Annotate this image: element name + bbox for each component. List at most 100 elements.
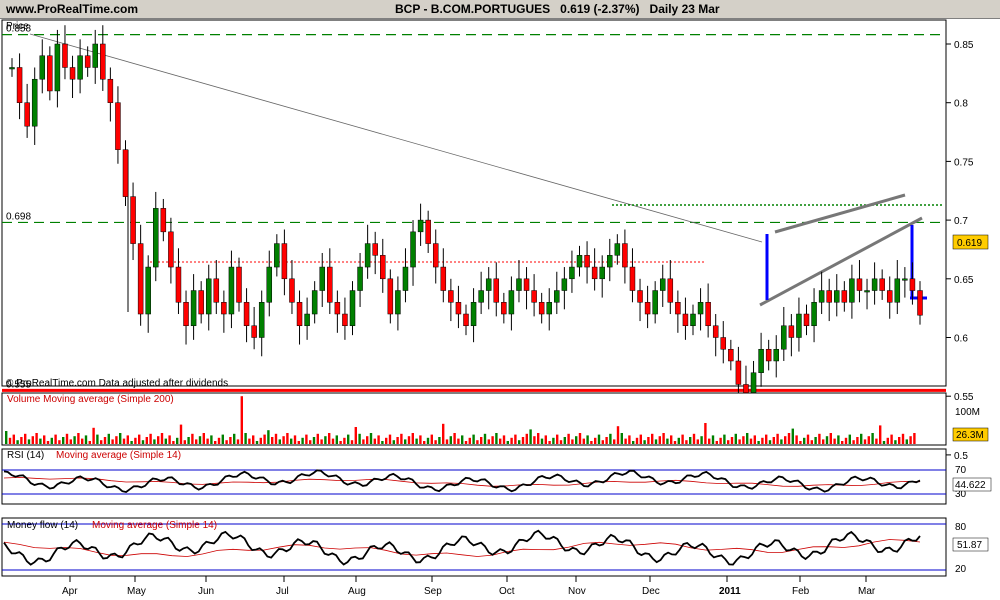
candle-body <box>463 313 469 327</box>
candle-body <box>145 266 151 315</box>
volume-bar <box>324 436 327 444</box>
candle-body <box>62 43 68 68</box>
candle-body <box>190 290 197 327</box>
volume-bar <box>487 439 490 444</box>
volume-bar <box>309 440 312 444</box>
volume-bar <box>388 434 392 444</box>
volume-bar <box>578 433 582 444</box>
volume-bar <box>692 433 696 444</box>
volume-bar <box>894 440 897 444</box>
volume-bar <box>556 434 559 444</box>
volume-bar <box>727 440 730 444</box>
candle-body <box>803 313 810 327</box>
volume-bar <box>544 435 547 444</box>
candle-body <box>296 302 303 327</box>
volume-bar <box>434 440 437 444</box>
candle-body <box>266 266 273 303</box>
volume-bar <box>461 435 464 444</box>
volume-bar <box>27 439 31 444</box>
volume-bar <box>164 438 167 444</box>
volume-bar <box>689 437 692 444</box>
volume-bar <box>510 437 513 444</box>
price-tick-label: 0.8 <box>954 99 968 110</box>
data-note: © ProRealTime.com Data adjusted after di… <box>6 378 228 389</box>
x-tick-label: Apr <box>62 586 78 597</box>
volume-bar <box>195 439 198 444</box>
volume-bar <box>442 423 445 444</box>
candle-body <box>92 43 98 68</box>
volume-bar <box>563 437 566 444</box>
volume-bar <box>681 434 684 444</box>
volume-bar <box>749 438 753 444</box>
candle-body <box>160 208 167 233</box>
volume-bar <box>658 436 661 444</box>
mf-title: Money flow (14) <box>7 520 78 531</box>
candle-body <box>531 290 537 303</box>
volume-bar <box>176 437 179 444</box>
volume-bar <box>495 433 498 444</box>
volume-bar <box>328 433 331 444</box>
volume-bar <box>274 433 278 444</box>
volume-bar <box>225 440 228 444</box>
volume-bar <box>453 433 456 444</box>
volume-bar <box>96 434 99 444</box>
volume-bar <box>860 433 863 444</box>
volume-bar <box>88 441 91 444</box>
candle-body <box>258 302 265 338</box>
candle-body <box>485 278 492 291</box>
volume-bar <box>632 441 635 444</box>
candle-body <box>554 290 560 303</box>
candle <box>122 140 129 207</box>
volume-bar <box>217 437 221 444</box>
candle-body <box>16 67 23 103</box>
candle-body <box>319 266 325 291</box>
volume-bar <box>84 435 88 444</box>
candle-body <box>637 290 643 303</box>
candle-body <box>501 302 507 315</box>
candle-body <box>342 313 348 327</box>
volume-bar <box>628 435 631 444</box>
volume-bar <box>301 437 304 444</box>
x-tick-label: Jul <box>276 586 289 597</box>
volume-bar <box>594 437 597 444</box>
price-tick-label: 0.85 <box>954 40 974 51</box>
volume-bar <box>43 435 46 444</box>
volume-bar <box>567 433 570 444</box>
volume-bar <box>130 441 133 444</box>
volume-bar <box>841 441 844 444</box>
volume-bar <box>16 440 19 444</box>
candle-body <box>599 266 605 280</box>
volume-bar <box>404 439 407 444</box>
volume-bar <box>100 440 103 444</box>
last-price-label: 0.619 <box>957 238 982 249</box>
candle-body <box>168 231 174 268</box>
candle-body <box>705 302 711 327</box>
volume-bar <box>411 433 414 444</box>
volume-bar <box>221 434 224 444</box>
volume-bar <box>670 435 673 444</box>
price-tick-label: 0.5 <box>954 451 968 462</box>
candle-body <box>591 266 598 280</box>
candle-body <box>478 290 484 303</box>
candle-body <box>569 266 575 280</box>
volume-bar <box>780 439 783 444</box>
candle-body <box>826 290 832 303</box>
volume-panel: Volume Moving average (Simple 200) 100M … <box>1 392 989 446</box>
rsi-tick-70: 70 <box>955 465 967 476</box>
volume-bar <box>837 435 840 444</box>
x-tick-label: Sep <box>424 586 442 597</box>
volume-bar <box>559 440 563 444</box>
volume-bar <box>62 437 65 444</box>
volume-bar <box>575 436 578 444</box>
volume-last-label: 26.3M <box>956 430 984 441</box>
candle-body <box>410 231 416 268</box>
candle-body <box>364 243 371 268</box>
candle-body <box>39 55 46 80</box>
candle-body <box>758 348 764 373</box>
volume-bar <box>122 438 126 444</box>
volume-bar <box>377 435 380 444</box>
candle-body <box>311 290 318 315</box>
volume-bar <box>77 433 80 444</box>
volume-bar <box>305 434 308 444</box>
chart-area: 0.50.550.60.650.70.750.80.85 0.8580.6980… <box>1 19 992 597</box>
